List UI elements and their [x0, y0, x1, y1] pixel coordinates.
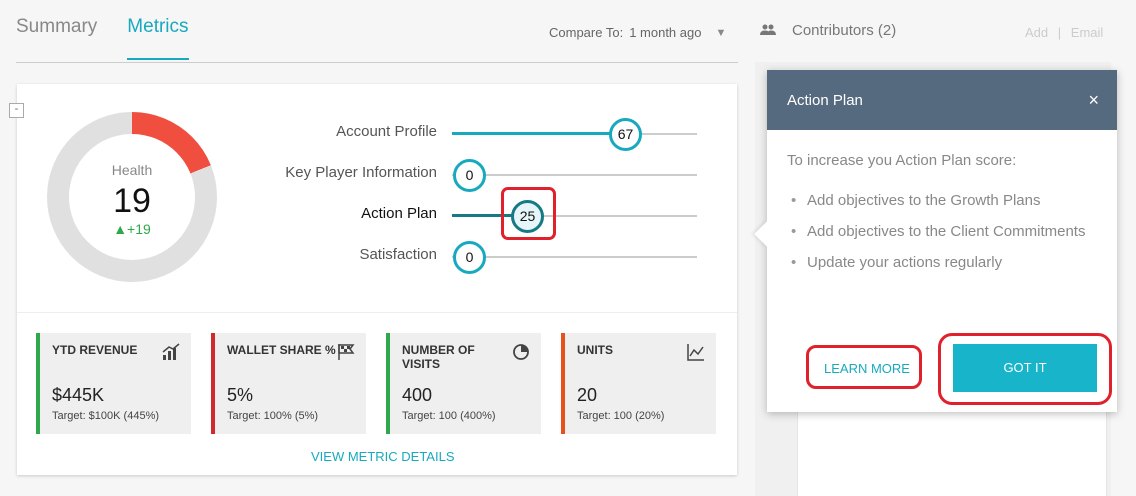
health-value: 19: [113, 182, 151, 220]
metric-row-action-plan: Action Plan 25: [240, 199, 700, 233]
view-metric-details-link[interactable]: VIEW METRIC DETAILS: [311, 449, 455, 464]
metric-label: Action Plan: [361, 205, 437, 222]
metric-row-key-player-information: Key Player Information 0: [240, 158, 700, 192]
kpi-value: 400: [402, 385, 433, 405]
metric-label: Key Player Information: [285, 164, 437, 181]
popover-header: Action Plan: [767, 70, 1117, 130]
action-plan-highlight: [501, 187, 556, 240]
tab-bar: Summary Metrics: [16, 16, 189, 60]
health-summary: Health 19 ▲+19: [69, 134, 195, 260]
metric-row-account-profile: Account Profile 67: [240, 117, 700, 151]
kpi-tile-number-of-visits[interactable]: NUMBER OF VISITS 400 Target: 100 (400%): [386, 333, 541, 434]
slider-knob[interactable]: 67: [609, 118, 642, 151]
contributors-actions: Add | Email: [1025, 25, 1103, 40]
kpi-title: WALLET SHARE %: [227, 343, 336, 357]
contributors-label: Contributors (2): [792, 22, 897, 39]
kpi-title: NUMBER OF VISITS: [402, 343, 475, 371]
kpi-target: Target: 100 (20%): [577, 410, 665, 422]
metric-label: Satisfaction: [359, 246, 437, 263]
popover-intro: To increase you Action Plan score:: [787, 152, 1017, 169]
kpi-tile-wallet-share[interactable]: WALLET SHARE % 5% Target: 100% (5%): [211, 333, 366, 434]
kpi-tile-units[interactable]: UNITS 20 Target: 100 (20%): [561, 333, 716, 434]
health-label: Health: [111, 162, 153, 178]
kpi-value: 20: [577, 385, 598, 405]
tab-summary[interactable]: Summary: [16, 16, 97, 60]
section-divider: [17, 312, 737, 313]
kpi-title: YTD REVENUE: [52, 343, 138, 357]
metric-label: Account Profile: [336, 123, 437, 140]
pie-chart-icon: [511, 342, 531, 362]
add-link[interactable]: Add: [1025, 25, 1048, 40]
email-link[interactable]: Email: [1071, 25, 1104, 40]
contributors: Contributors (2): [760, 22, 896, 39]
line-chart-icon: [686, 342, 706, 362]
health-delta: ▲+19: [113, 221, 151, 237]
learn-more-highlight: [806, 345, 922, 389]
tab-metrics[interactable]: Metrics: [127, 16, 189, 60]
got-it-highlight: [938, 333, 1112, 405]
kpi-target: Target: 100% (5%): [227, 410, 319, 422]
compare-value[interactable]: 1 month ago: [629, 25, 701, 40]
slider-knob[interactable]: 0: [453, 241, 486, 274]
collapse-button[interactable]: -: [9, 103, 24, 118]
popover-title: Action Plan: [787, 92, 863, 109]
slider-knob[interactable]: 0: [453, 159, 486, 192]
list-item: Add objectives to the Growth Plans: [791, 190, 1091, 211]
popover-tips-list: Add objectives to the Growth Plans Add o…: [791, 190, 1091, 283]
list-item: Add objectives to the Client Commitments: [791, 221, 1091, 242]
people-icon: [760, 23, 776, 39]
flag-icon: [336, 342, 356, 362]
close-icon[interactable]: ×: [1088, 90, 1099, 111]
slider-track: [452, 174, 697, 176]
compare-label: Compare To:: [549, 25, 624, 40]
kpi-target: Target: 100 (400%): [402, 410, 496, 422]
caret-down-icon[interactable]: ▼: [715, 27, 726, 39]
side-panel-content: [797, 412, 1107, 496]
slider-fill: [452, 132, 624, 135]
tab-divider: [16, 62, 738, 63]
metric-row-satisfaction: Satisfaction 0: [240, 240, 700, 274]
kpi-target: Target: $100K (445%): [52, 410, 160, 422]
list-item: Update your actions regularly: [791, 252, 1091, 273]
bar-chart-icon: [161, 342, 181, 362]
kpi-tile-ytd-revenue[interactable]: YTD REVENUE $445K Target: $100K (445%): [36, 333, 191, 434]
slider-track: [452, 256, 697, 258]
kpi-value: 5%: [227, 385, 254, 405]
kpi-title: UNITS: [577, 343, 613, 357]
kpi-value: $445K: [52, 385, 105, 405]
compare-selector[interactable]: Compare To: 1 month ago ▼: [549, 25, 726, 40]
separator: |: [1057, 25, 1062, 40]
